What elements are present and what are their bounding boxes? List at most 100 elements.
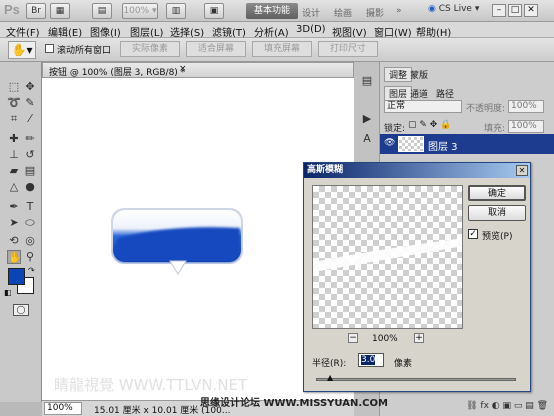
workspace-essentials[interactable]: 基本功能	[246, 3, 298, 19]
lock-icons[interactable]: ▢ ✎ ✥ 🔒	[408, 120, 451, 130]
radius-unit: 像素	[394, 359, 413, 369]
workspace-design[interactable]: 设计	[302, 6, 320, 19]
slider-thumb-icon[interactable]: ▲	[327, 374, 334, 382]
close-button[interactable]: ✕	[524, 4, 538, 17]
tab-channels[interactable]: 通道	[410, 87, 428, 100]
blend-mode-select[interactable]: 正常	[384, 100, 462, 113]
brush-tool-icon[interactable]: ✏	[23, 132, 37, 146]
fill-screen-button[interactable]: 填充屏幕	[252, 41, 312, 57]
menu-view[interactable]: 视图(V)	[332, 24, 367, 39]
footer-watermark: 思缘设计论坛 WWW.MISSYUAN.COM	[200, 398, 388, 409]
options-bar: ✋▾ 滚动所有窗口 实际像素 适合屏幕 填充屏幕 打印尺寸	[0, 38, 554, 62]
quick-select-tool-icon[interactable]: ✎	[23, 96, 37, 110]
fill-label: 填充:	[484, 124, 506, 134]
layer-panel-footer-icons[interactable]: ⛓ fx ◐ ▣ ▭ ▤ 🗑	[380, 398, 554, 414]
screen-mode-button[interactable]: ▣	[204, 3, 224, 19]
menu-image[interactable]: 图像(I)	[90, 24, 121, 39]
menu-edit[interactable]: 编辑(E)	[48, 24, 82, 39]
pen-tool-icon[interactable]: ✒	[7, 200, 21, 214]
zoom-out-button[interactable]: −	[348, 333, 358, 343]
maximize-button[interactable]: □	[508, 4, 522, 17]
dialog-title: 高斯模糊	[304, 163, 530, 178]
history-brush-tool-icon[interactable]: ↺	[23, 148, 37, 162]
layer-thumbnail	[398, 136, 424, 152]
more-workspaces-icon[interactable]: »	[396, 6, 402, 16]
print-size-button[interactable]: 打印尺寸	[318, 41, 378, 57]
actual-pixels-button[interactable]: 实际像素	[120, 41, 180, 57]
eyedropper-tool-icon[interactable]: ⁄	[23, 112, 37, 126]
dodge-tool-icon[interactable]: ●	[23, 180, 37, 194]
zoom-select[interactable]: 100% ▾	[122, 3, 158, 19]
zoom-level-field[interactable]: 100%	[44, 402, 82, 415]
menu-file[interactable]: 文件(F)	[6, 24, 40, 39]
gaussian-blur-dialog: 高斯模糊 ✕ 确定 取消 ✓ 预览(P) − 100% + 半径(R): 3.0…	[303, 162, 531, 392]
gradient-tool-icon[interactable]: ▤	[23, 164, 37, 178]
3d-rotate-tool-icon[interactable]: ⟲	[7, 234, 21, 248]
blur-tool-icon[interactable]: △	[7, 180, 21, 194]
workspace-painting[interactable]: 绘画	[334, 6, 352, 19]
swap-colors-icon[interactable]: ↷	[28, 266, 35, 275]
bridge-button[interactable]: Br	[26, 3, 46, 19]
layer-row-active[interactable]: 👁 图层 3	[380, 134, 554, 154]
minimize-button[interactable]: –	[492, 4, 506, 17]
radius-label: 半径(R):	[312, 359, 347, 369]
ok-button[interactable]: 确定	[468, 185, 526, 201]
move-tool-icon[interactable]: ✥	[23, 80, 37, 94]
tools-panel: ⬚ ✥ ➰ ✎ ⌗ ⁄ ✚ ✏ ⊥ ↺ ▰ ▤ △ ● ✒ T ➤ ⬭ ⟲ ◎ …	[0, 62, 42, 402]
tab-masks[interactable]: 蒙版	[410, 68, 428, 81]
menu-filter[interactable]: 滤镜(T)	[212, 24, 246, 39]
radius-slider[interactable]: ▲	[316, 374, 516, 382]
healing-brush-tool-icon[interactable]: ✚	[7, 132, 21, 146]
fit-screen-button[interactable]: 适合屏幕	[186, 41, 246, 57]
marquee-tool-icon[interactable]: ⬚	[7, 80, 21, 94]
document-tab[interactable]: 按钮 @ 100% (图层 3, RGB/8) * ×	[42, 62, 354, 78]
character-panel-icon[interactable]: A	[360, 132, 374, 146]
eye-icon[interactable]: 👁	[384, 138, 395, 148]
menu-help[interactable]: 帮助(H)	[416, 24, 451, 39]
tab-layers[interactable]: 图层	[384, 86, 413, 101]
canvas-watermark: 睛龍視覺 WWW.TTLVN.NET	[54, 376, 248, 394]
scroll-all-windows-checkbox[interactable]	[45, 44, 54, 53]
actions-panel-icon[interactable]: ▶	[360, 112, 374, 126]
extras-button[interactable]: ▤	[92, 3, 112, 19]
eraser-tool-icon[interactable]: ▰	[7, 164, 21, 178]
fill-field[interactable]: 100%	[508, 120, 544, 133]
menu-bar: 文件(F) 编辑(E) 图像(I) 图层(L) 选择(S) 滤镜(T) 分析(A…	[0, 22, 554, 39]
preview-artwork	[313, 238, 462, 272]
zoom-in-button[interactable]: +	[414, 333, 424, 343]
menu-layer[interactable]: 图层(L)	[130, 24, 163, 39]
tab-paths[interactable]: 路径	[436, 87, 454, 100]
menu-analysis[interactable]: 分析(A)	[254, 24, 289, 39]
radius-input[interactable]: 3.0	[358, 353, 384, 367]
quick-mask-icon[interactable]: ◯	[13, 304, 29, 316]
cs-live-button[interactable]: ◉ CS Live ▾	[428, 4, 479, 14]
opacity-field[interactable]: 100%	[508, 100, 544, 113]
cancel-button[interactable]: 取消	[468, 205, 526, 221]
lasso-tool-icon[interactable]: ➰	[7, 96, 21, 110]
history-panel-icon[interactable]: ▤	[360, 74, 374, 88]
arrange-documents-button[interactable]: ▥	[166, 3, 186, 19]
minibridge-button[interactable]: ▦	[50, 3, 70, 19]
lock-label: 锁定:	[384, 124, 406, 134]
clone-stamp-tool-icon[interactable]: ⊥	[7, 148, 21, 162]
shape-tool-icon[interactable]: ⬭	[23, 216, 37, 230]
preview-checkbox[interactable]: ✓	[468, 229, 478, 239]
3d-orbit-tool-icon[interactable]: ◎	[23, 234, 37, 248]
layer-name: 图层 3	[428, 142, 458, 153]
tool-preset-picker[interactable]: ✋▾	[8, 41, 36, 59]
default-colors-icon[interactable]: ◧	[4, 288, 12, 297]
foreground-color-swatch[interactable]	[8, 268, 25, 285]
menu-3d[interactable]: 3D(D)	[296, 24, 326, 35]
menu-select[interactable]: 选择(S)	[170, 24, 204, 39]
menu-window[interactable]: 窗口(W)	[374, 24, 412, 39]
zoom-tool-icon[interactable]: ⚲	[23, 250, 37, 264]
crop-tool-icon[interactable]: ⌗	[7, 112, 21, 126]
tab-adjustments[interactable]: 调整	[384, 67, 413, 82]
hand-tool-icon[interactable]: ✋	[7, 250, 22, 264]
type-tool-icon[interactable]: T	[23, 200, 37, 214]
workspace-photography[interactable]: 摄影	[366, 6, 384, 19]
path-select-tool-icon[interactable]: ➤	[7, 216, 21, 230]
blur-preview[interactable]	[312, 185, 463, 329]
dialog-close-icon[interactable]: ✕	[516, 165, 528, 176]
close-document-icon[interactable]: ×	[179, 64, 187, 74]
